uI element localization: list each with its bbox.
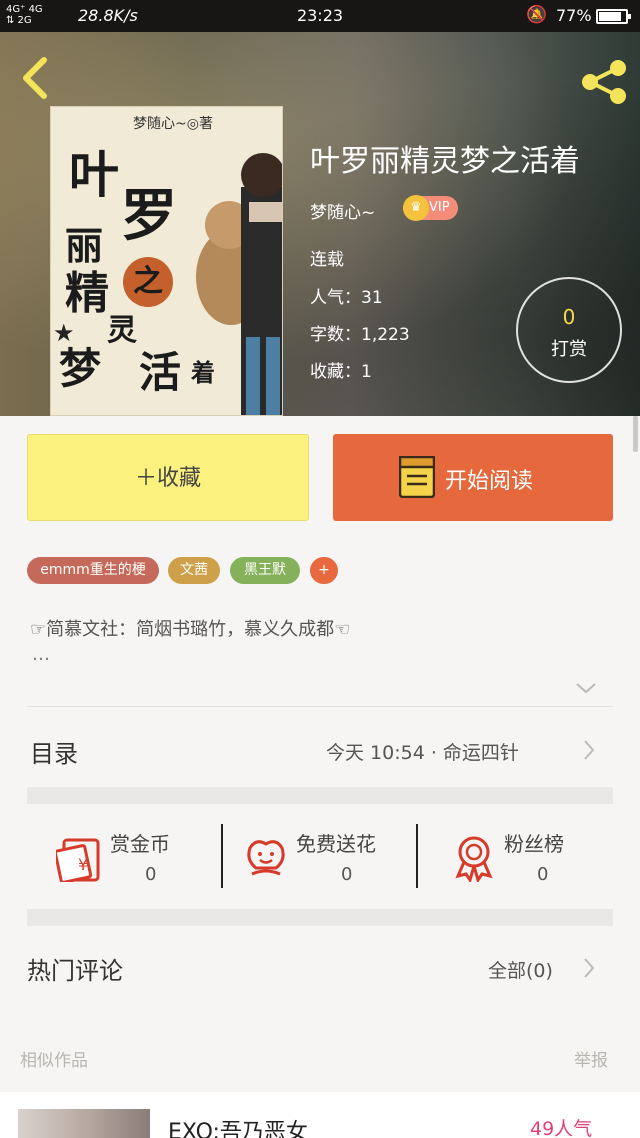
medal-icon xyxy=(455,836,493,882)
battery-percent: 77% xyxy=(556,6,592,25)
book-cover[interactable]: 梦随心~◎著 叶 罗 丽 精 之 灵 梦 活 着 ★ xyxy=(50,106,283,416)
share-icon[interactable] xyxy=(578,56,630,108)
similar-work-popularity: 49人气 xyxy=(530,1118,593,1138)
fan-ranking-value: 0 xyxy=(537,864,549,885)
stat-divider xyxy=(221,824,223,888)
catalog-title: 目录 xyxy=(30,740,78,768)
favorite-count: 收藏：1 xyxy=(310,362,372,382)
cover-char-9: 着 xyxy=(191,358,215,387)
section-separator xyxy=(27,909,613,926)
free-flower[interactable]: 免费送花 0 xyxy=(242,824,432,890)
cover-char-5: 之 xyxy=(123,257,173,307)
vip-badge: ♛ VIP xyxy=(403,195,458,221)
book-intro: ☞简慕文社：简烟书璐竹，慕义久成都☜ xyxy=(30,619,351,640)
cover-char-2: 罗 xyxy=(121,183,177,249)
similar-work-thumbnail xyxy=(18,1109,150,1138)
vip-label: VIP xyxy=(429,200,450,215)
divider xyxy=(27,706,613,707)
status-bar: 4G⁺ 4G ⇅ 2G 28.8K/s 23:23 🔕 77% xyxy=(0,0,640,32)
cover-char-6: 灵 xyxy=(107,313,137,348)
reward-label: 打赏 xyxy=(551,339,587,360)
tag-wenqian[interactable]: 文茜 xyxy=(168,557,220,584)
similar-works-heading: 相似作品 xyxy=(20,1051,88,1071)
section-separator xyxy=(27,787,613,804)
report-link[interactable]: 举报 xyxy=(574,1046,608,1071)
cover-char-8: 活 xyxy=(139,348,182,397)
similar-work-item[interactable]: EXO:吾乃恶女 49人气 xyxy=(0,1092,640,1138)
collect-button[interactable]: ＋收藏 xyxy=(27,434,309,521)
hot-comments-title: 热门评论 xyxy=(27,957,123,985)
reward-button[interactable]: 0 打赏 xyxy=(516,277,622,383)
scrollbar[interactable] xyxy=(633,416,638,452)
start-reading-button[interactable]: 开始阅读 xyxy=(333,434,613,521)
start-reading-label: 开始阅读 xyxy=(445,469,534,494)
popularity-count: 人气：31 xyxy=(310,288,383,308)
similar-work-title: EXO:吾乃恶女 xyxy=(168,1120,308,1138)
cover-star-icon: ★ xyxy=(53,319,75,347)
tag-heiwangmo[interactable]: 黑王默 xyxy=(230,557,300,584)
reward-count: 0 xyxy=(562,305,576,329)
mute-bell-icon: 🔕 xyxy=(526,5,548,25)
expand-chevron-down-icon[interactable] xyxy=(575,680,597,696)
word-count: 字数：1,223 xyxy=(310,325,410,345)
red-envelope-icon: ¥ xyxy=(56,838,100,882)
cover-char-1: 叶 xyxy=(69,145,119,204)
gold-coin-label: 赏金币 xyxy=(110,832,170,856)
tag-emmm[interactable]: emmm重生的梗 xyxy=(27,557,159,584)
fan-ranking-label: 粉丝榜 xyxy=(504,832,564,856)
free-flower-label: 免费送花 xyxy=(296,832,376,856)
stat-divider xyxy=(416,824,418,888)
intro-ellipsis: … xyxy=(32,644,50,665)
free-flower-value: 0 xyxy=(341,864,353,885)
book-icon xyxy=(399,456,435,498)
fan-ranking[interactable]: 粉丝榜 0 xyxy=(450,824,640,890)
add-tag-button[interactable]: + xyxy=(310,557,338,584)
gold-coin-value: 0 xyxy=(145,864,157,885)
cover-author: 梦随心~◎著 xyxy=(133,116,213,132)
author-name[interactable]: 梦随心~ xyxy=(310,198,375,223)
battery-icon xyxy=(596,9,631,24)
book-title: 叶罗丽精灵梦之活着 xyxy=(310,144,580,179)
back-arrow-icon[interactable] xyxy=(18,56,52,100)
gold-coin-reward[interactable]: ¥ 赏金币 0 xyxy=(56,824,246,890)
serial-status: 连载 xyxy=(310,250,344,270)
cover-char-4: 精 xyxy=(65,268,109,319)
chevron-right-icon xyxy=(584,958,595,978)
all-comments-link[interactable]: 全部(0) xyxy=(488,956,553,983)
svg-text:¥: ¥ xyxy=(78,855,88,874)
flower-icon xyxy=(247,840,285,876)
latest-chapter: 今天 10:54 · 命运四针 xyxy=(326,742,519,764)
chevron-right-icon xyxy=(584,740,595,760)
crown-icon: ♛ xyxy=(403,195,429,221)
